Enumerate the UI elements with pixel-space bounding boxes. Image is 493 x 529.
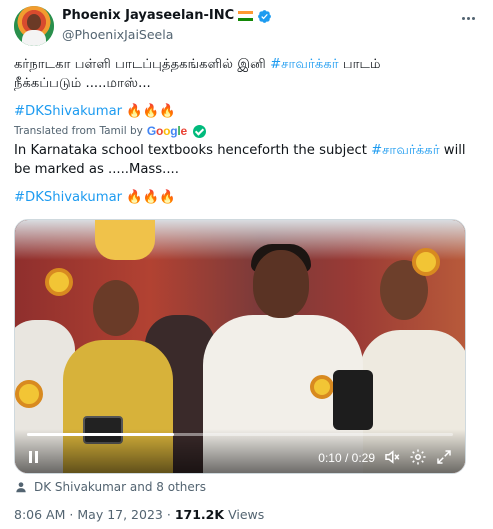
- volume-icon[interactable]: [383, 448, 401, 466]
- video-progress-bar[interactable]: [27, 433, 453, 436]
- translated-from-text: Translated from Tamil by: [14, 125, 143, 137]
- tweet-date[interactable]: May 17, 2023: [77, 507, 162, 522]
- video-player[interactable]: 0:10 / 0:29: [14, 219, 466, 474]
- tweet-tag-line-tamil: #DKShivakumar 🔥🔥🔥: [14, 102, 476, 121]
- tweet-text-segment: கர்நாடகா பள்ளி பாடப்புத்தகங்களில் இனி: [14, 57, 271, 72]
- tweet-time[interactable]: 8:06 AM: [14, 507, 65, 522]
- tweet-text-segment: பாடம்: [338, 57, 381, 72]
- tweet-text-tamil: கர்நாடகா பள்ளி பாடப்புத்தகங்களில் இனி #ச…: [14, 55, 476, 93]
- meta-separator: ·: [166, 507, 171, 522]
- pause-icon[interactable]: [27, 450, 41, 464]
- india-flag-icon: [238, 11, 254, 21]
- user-tag-icon: [16, 482, 26, 493]
- hashtag-link[interactable]: #சாவர்க்கர்: [270, 57, 339, 72]
- views-count: 171.2K: [174, 507, 225, 522]
- author-name[interactable]: Phoenix Jayaseelan-INC: [62, 7, 234, 25]
- translation-label: Translated from Tamil by Google: [14, 123, 207, 139]
- tweet-header: Phoenix Jayaseelan-INC @PhoenixJaiSeela: [14, 6, 479, 46]
- fire-emoji-icon: 🔥🔥🔥: [126, 104, 176, 119]
- video-progress-fill: [27, 433, 174, 436]
- fire-emoji-icon: 🔥🔥🔥: [126, 190, 176, 205]
- tweet-meta: 8:06 AM · May 17, 2023 · 171.2K Views: [14, 507, 264, 522]
- tweet-text-segment: In Karnataka school textbooks henceforth…: [14, 143, 372, 158]
- verified-badge-icon: [258, 9, 272, 23]
- video-controls: 0:10 / 0:29: [15, 429, 465, 473]
- google-logo-icon: Google: [146, 124, 188, 138]
- author-info: Phoenix Jayaseelan-INC @PhoenixJaiSeela: [62, 7, 272, 44]
- settings-gear-icon[interactable]: [409, 448, 427, 466]
- tweet-text-english: In Karnataka school textbooks henceforth…: [14, 141, 476, 179]
- fullscreen-icon[interactable]: [435, 448, 453, 466]
- video-time: 0:10 / 0:29: [318, 451, 375, 465]
- tagged-users-label: DK Shivakumar and 8 others: [34, 480, 206, 494]
- hashtag-link[interactable]: #சாவர்க்கர்: [371, 143, 440, 158]
- tweet-text-segment: நீக்கப்படும் .....மாஸ்...: [14, 76, 151, 91]
- more-options-icon[interactable]: [457, 8, 479, 28]
- hashtag-link[interactable]: #DKShivakumar: [14, 104, 122, 119]
- views-label: Views: [228, 507, 265, 522]
- meta-separator: ·: [69, 507, 74, 522]
- tagged-users[interactable]: DK Shivakumar and 8 others: [14, 478, 206, 496]
- translation-check-icon: [193, 124, 207, 138]
- hashtag-link[interactable]: #DKShivakumar: [14, 190, 122, 205]
- tweet-tag-line-english: #DKShivakumar 🔥🔥🔥: [14, 188, 476, 207]
- author-avatar[interactable]: [14, 6, 54, 46]
- author-handle[interactable]: @PhoenixJaiSeela: [62, 26, 272, 44]
